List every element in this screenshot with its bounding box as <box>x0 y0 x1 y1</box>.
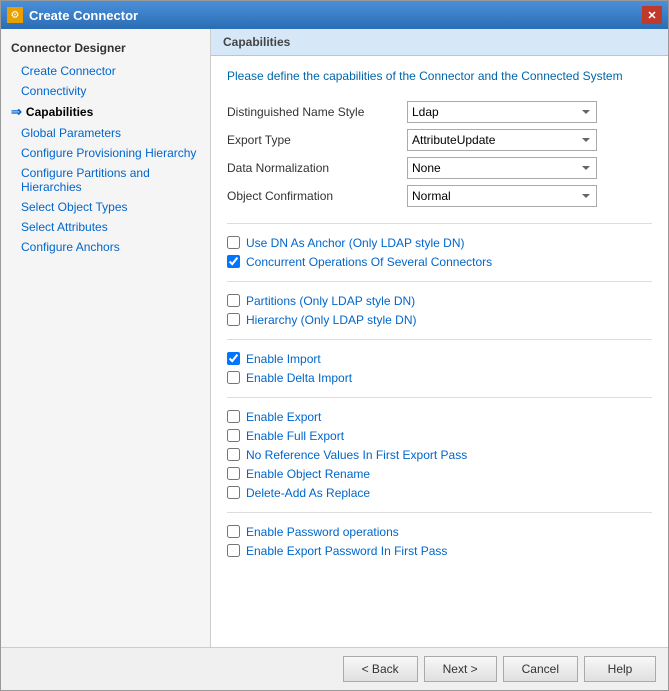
enable-password-ops-label[interactable]: Enable Password operations <box>246 525 399 539</box>
window-title: Create Connector <box>29 8 138 23</box>
main-window: ⚙ Create Connector ✕ Connector Designer … <box>0 0 669 691</box>
sidebar-item-configure-anchors[interactable]: Configure Anchors <box>1 237 210 257</box>
sidebar-item-capabilities[interactable]: ⇒ Capabilities <box>1 101 210 123</box>
enable-export-password-row: Enable Export Password In First Pass <box>227 544 652 558</box>
enable-password-ops-row: Enable Password operations <box>227 525 652 539</box>
no-reference-values-checkbox[interactable] <box>227 448 240 461</box>
enable-delta-import-checkbox[interactable] <box>227 371 240 384</box>
enable-import-label[interactable]: Enable Import <box>246 352 321 366</box>
sidebar-item-select-attributes[interactable]: Select Attributes <box>1 217 210 237</box>
sidebar-item-global-parameters[interactable]: Global Parameters <box>1 123 210 143</box>
enable-import-checkbox[interactable] <box>227 352 240 365</box>
divider-5 <box>227 512 652 513</box>
export-type-row: Export Type AttributeUpdate ObjectReplac… <box>227 129 652 151</box>
hierarchy-checkbox[interactable] <box>227 313 240 326</box>
enable-object-rename-checkbox[interactable] <box>227 467 240 480</box>
partitions-checkbox[interactable] <box>227 294 240 307</box>
use-dn-anchor-checkbox[interactable] <box>227 236 240 249</box>
enable-export-row: Enable Export <box>227 410 652 424</box>
object-confirmation-row: Object Confirmation Normal NoDeleteConfi… <box>227 185 652 207</box>
form-section: Distinguished Name Style Ldap Generic No… <box>227 101 652 207</box>
enable-object-rename-label[interactable]: Enable Object Rename <box>246 467 370 481</box>
divider-3 <box>227 339 652 340</box>
checkbox-group-1: Use DN As Anchor (Only LDAP style DN) Co… <box>227 236 652 269</box>
dn-style-label: Distinguished Name Style <box>227 105 407 119</box>
cancel-button[interactable]: Cancel <box>503 656 578 682</box>
enable-delta-import-row: Enable Delta Import <box>227 371 652 385</box>
divider-4 <box>227 397 652 398</box>
checkbox-group-5: Enable Password operations Enable Export… <box>227 525 652 558</box>
partitions-label[interactable]: Partitions (Only LDAP style DN) <box>246 294 415 308</box>
title-bar-left: ⚙ Create Connector <box>7 7 138 23</box>
divider-1 <box>227 223 652 224</box>
delete-add-replace-checkbox[interactable] <box>227 486 240 499</box>
enable-full-export-row: Enable Full Export <box>227 429 652 443</box>
app-icon: ⚙ <box>7 7 23 23</box>
enable-export-checkbox[interactable] <box>227 410 240 423</box>
object-confirmation-select[interactable]: Normal NoDeleteConfirmation NoAddAndDele… <box>407 185 597 207</box>
hierarchy-label[interactable]: Hierarchy (Only LDAP style DN) <box>246 313 416 327</box>
dn-style-select[interactable]: Ldap Generic None <box>407 101 597 123</box>
object-confirmation-label: Object Confirmation <box>227 189 407 203</box>
data-normalization-row: Data Normalization None DeleteAddAsRepla… <box>227 157 652 179</box>
concurrent-operations-row: Concurrent Operations Of Several Connect… <box>227 255 652 269</box>
sidebar-item-connectivity[interactable]: Connectivity <box>1 81 210 101</box>
delete-add-replace-label[interactable]: Delete-Add As Replace <box>246 486 370 500</box>
concurrent-operations-checkbox[interactable] <box>227 255 240 268</box>
dn-style-row: Distinguished Name Style Ldap Generic No… <box>227 101 652 123</box>
use-dn-anchor-label[interactable]: Use DN As Anchor (Only LDAP style DN) <box>246 236 465 250</box>
sidebar-item-configure-provisioning[interactable]: Configure Provisioning Hierarchy <box>1 143 210 163</box>
checkbox-group-3: Enable Import Enable Delta Import <box>227 352 652 385</box>
sidebar: Connector Designer Create Connector Conn… <box>1 29 211 647</box>
sidebar-item-create-connector[interactable]: Create Connector <box>1 61 210 81</box>
help-button[interactable]: Help <box>584 656 656 682</box>
concurrent-operations-label[interactable]: Concurrent Operations Of Several Connect… <box>246 255 492 269</box>
sidebar-item-configure-partitions[interactable]: Configure Partitions and Hierarchies <box>1 163 210 197</box>
no-reference-values-row: No Reference Values In First Export Pass <box>227 448 652 462</box>
delete-add-replace-row: Delete-Add As Replace <box>227 486 652 500</box>
active-arrow-icon: ⇒ <box>11 104 22 120</box>
enable-password-ops-checkbox[interactable] <box>227 525 240 538</box>
no-reference-values-label[interactable]: No Reference Values In First Export Pass <box>246 448 467 462</box>
description-text: Please define the capabilities of the Co… <box>227 68 652 85</box>
export-type-select[interactable]: AttributeUpdate ObjectReplace Multivalue… <box>407 129 597 151</box>
hierarchy-row: Hierarchy (Only LDAP style DN) <box>227 313 652 327</box>
data-normalization-label: Data Normalization <box>227 161 407 175</box>
main-content: Connector Designer Create Connector Conn… <box>1 29 668 647</box>
enable-import-row: Enable Import <box>227 352 652 366</box>
sidebar-item-select-object-types[interactable]: Select Object Types <box>1 197 210 217</box>
enable-export-password-label[interactable]: Enable Export Password In First Pass <box>246 544 447 558</box>
partitions-row: Partitions (Only LDAP style DN) <box>227 294 652 308</box>
checkbox-group-2: Partitions (Only LDAP style DN) Hierarch… <box>227 294 652 327</box>
enable-export-label[interactable]: Enable Export <box>246 410 321 424</box>
data-normalization-select[interactable]: None DeleteAddAsReplace MustBeLastOperat… <box>407 157 597 179</box>
enable-full-export-label[interactable]: Enable Full Export <box>246 429 344 443</box>
enable-delta-import-label[interactable]: Enable Delta Import <box>246 371 352 385</box>
next-button[interactable]: Next > <box>424 656 497 682</box>
title-bar: ⚙ Create Connector ✕ <box>1 1 668 29</box>
sidebar-header: Connector Designer <box>1 37 210 61</box>
enable-export-password-checkbox[interactable] <box>227 544 240 557</box>
back-button[interactable]: < Back <box>343 656 418 682</box>
checkbox-group-4: Enable Export Enable Full Export No Refe… <box>227 410 652 500</box>
panel-header: Capabilities <box>211 29 668 56</box>
use-dn-anchor-row: Use DN As Anchor (Only LDAP style DN) <box>227 236 652 250</box>
panel-body: Please define the capabilities of the Co… <box>211 56 668 647</box>
enable-object-rename-row: Enable Object Rename <box>227 467 652 481</box>
export-type-label: Export Type <box>227 133 407 147</box>
close-button[interactable]: ✕ <box>642 6 662 24</box>
divider-2 <box>227 281 652 282</box>
bottom-bar: < Back Next > Cancel Help <box>1 647 668 690</box>
enable-full-export-checkbox[interactable] <box>227 429 240 442</box>
right-panel: Capabilities Please define the capabilit… <box>211 29 668 647</box>
